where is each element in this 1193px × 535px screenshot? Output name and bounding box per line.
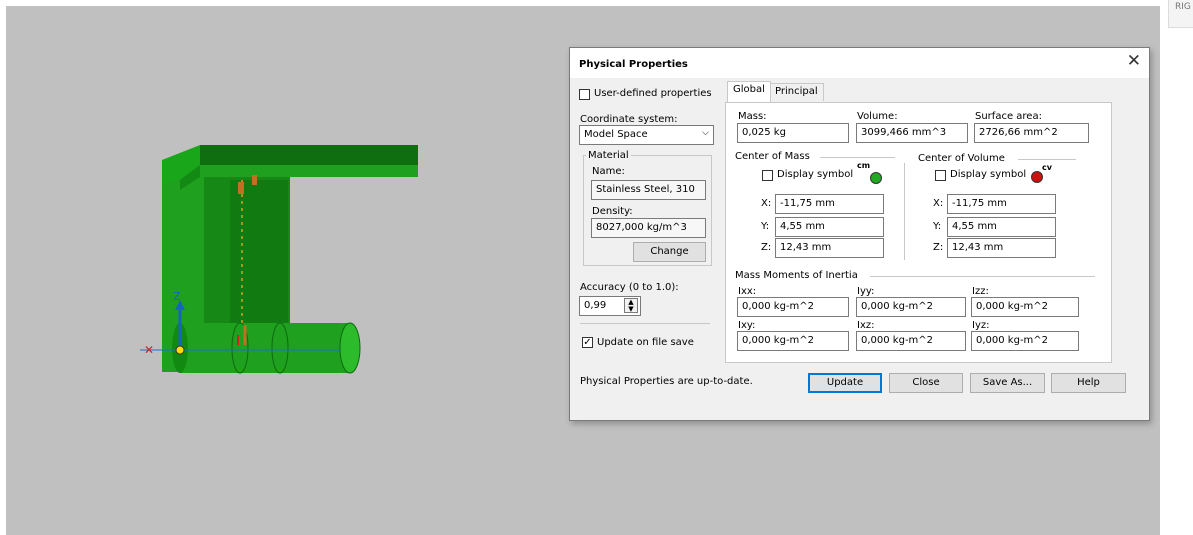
izz-label: Izz: xyxy=(972,286,989,297)
axis-z-label: Z xyxy=(173,290,181,303)
mass-label: Mass: xyxy=(738,111,767,122)
dialog-title: Physical Properties xyxy=(579,59,688,70)
cov-z-value: 12,43 mm xyxy=(952,242,1004,253)
cov-x-label: X: xyxy=(933,198,944,209)
material-name-value: Stainless Steel, 310 xyxy=(596,184,695,195)
density-field: 8027,000 kg/m^3 xyxy=(591,218,706,238)
density-value: 8027,000 kg/m^3 xyxy=(596,222,687,233)
center-of-mass-label: Center of Mass xyxy=(735,151,810,162)
ixy-value: 0,000 kg-m^2 xyxy=(742,335,815,346)
change-material-button[interactable]: Change xyxy=(633,242,706,262)
com-group-line xyxy=(820,157,895,158)
corner-tab-label: RIG xyxy=(1175,2,1191,12)
3d-model[interactable]: ✕ Z xyxy=(140,140,430,393)
tab-global[interactable]: Global xyxy=(727,81,771,102)
com-z-field[interactable]: 12,43 mm xyxy=(775,238,884,258)
iyy-field[interactable]: 0,000 kg-m^2 xyxy=(856,297,966,317)
accuracy-spinner[interactable]: ▲ ▼ xyxy=(624,298,638,313)
cov-display-checkbox[interactable] xyxy=(935,170,946,181)
material-name-field: Stainless Steel, 310 xyxy=(591,180,706,200)
corner-tab[interactable]: RIG xyxy=(1168,0,1193,28)
material-group-label: Material xyxy=(586,150,631,161)
iyy-label: Iyy: xyxy=(857,286,875,297)
cov-y-field[interactable]: 4,55 mm xyxy=(947,217,1056,237)
material-name-label: Name: xyxy=(592,166,625,177)
checkmark-icon: ✓ xyxy=(583,337,592,348)
center-of-mass-icon xyxy=(870,172,882,184)
mass-field[interactable]: 0,025 kg xyxy=(737,123,849,143)
ixx-label: Ixx: xyxy=(738,286,757,297)
ixx-value: 0,000 kg-m^2 xyxy=(742,301,815,312)
status-text: Physical Properties are up-to-date. xyxy=(580,376,753,387)
iyz-label: Iyz: xyxy=(972,320,990,331)
volume-field[interactable]: 3099,466 mm^3 xyxy=(856,123,968,143)
cov-x-field[interactable]: -11,75 mm xyxy=(947,194,1056,214)
cov-x-value: -11,75 mm xyxy=(952,198,1007,209)
coordinate-system-select[interactable]: Model Space ⌵ xyxy=(579,125,714,145)
com-z-value: 12,43 mm xyxy=(780,242,832,253)
cov-group-line xyxy=(1018,159,1076,160)
surface-area-value: 2726,66 mm^2 xyxy=(979,127,1058,138)
update-on-save-checkbox[interactable]: ✓ xyxy=(582,337,593,348)
ixy-field[interactable]: 0,000 kg-m^2 xyxy=(737,331,849,351)
com-symbol-text: cm xyxy=(857,161,871,170)
volume-value: 3099,466 mm^3 xyxy=(861,127,947,138)
com-x-field[interactable]: -11,75 mm xyxy=(775,194,884,214)
close-icon[interactable]: ✕ xyxy=(1127,53,1141,70)
cov-z-field[interactable]: 12,43 mm xyxy=(947,238,1056,258)
ixz-field[interactable]: 0,000 kg-m^2 xyxy=(856,331,966,351)
inertia-group-line xyxy=(870,276,1095,277)
com-y-field[interactable]: 4,55 mm xyxy=(775,217,884,237)
divider xyxy=(580,323,710,324)
accuracy-value: 0,99 xyxy=(584,300,607,311)
close-button[interactable]: Close xyxy=(889,373,963,393)
save-as-button[interactable]: Save As... xyxy=(970,373,1045,393)
com-display-checkbox[interactable] xyxy=(762,170,773,181)
user-defined-label: User-defined properties xyxy=(594,88,712,99)
coordinate-system-label: Coordinate system: xyxy=(580,114,678,125)
tab-principal[interactable]: Principal xyxy=(769,83,824,101)
center-of-volume-label: Center of Volume xyxy=(918,153,1005,164)
accuracy-label: Accuracy (0 to 1.0): xyxy=(580,282,679,293)
com-cov-divider xyxy=(904,163,905,260)
surface-area-label: Surface area: xyxy=(975,111,1042,122)
com-x-value: -11,75 mm xyxy=(780,198,835,209)
com-y-label: Y: xyxy=(761,221,770,232)
izz-field[interactable]: 0,000 kg-m^2 xyxy=(971,297,1079,317)
help-button[interactable]: Help xyxy=(1051,373,1126,393)
cov-y-label: Y: xyxy=(933,221,942,232)
update-button[interactable]: Update xyxy=(808,373,882,393)
volume-label: Volume: xyxy=(857,111,898,122)
iyz-field[interactable]: 0,000 kg-m^2 xyxy=(971,331,1079,351)
density-label: Density: xyxy=(592,206,633,217)
surface-area-field[interactable]: 2726,66 mm^2 xyxy=(974,123,1089,143)
svg-text:✕: ✕ xyxy=(144,343,154,357)
spin-down-icon[interactable]: ▼ xyxy=(625,306,637,313)
mass-value: 0,025 kg xyxy=(742,127,786,138)
ixy-label: Ixy: xyxy=(738,320,756,331)
com-display-label: Display symbol xyxy=(777,169,854,180)
ixz-value: 0,000 kg-m^2 xyxy=(861,335,934,346)
ixx-field[interactable]: 0,000 kg-m^2 xyxy=(737,297,849,317)
cov-y-value: 4,55 mm xyxy=(952,221,997,232)
com-z-label: Z: xyxy=(761,242,772,253)
ixz-label: Ixz: xyxy=(857,320,875,331)
3d-model-drawing: ✕ xyxy=(140,145,418,374)
coordinate-system-value: Model Space xyxy=(584,129,648,140)
iyz-value: 0,000 kg-m^2 xyxy=(976,335,1049,346)
com-y-value: 4,55 mm xyxy=(780,221,825,232)
com-x-label: X: xyxy=(761,198,772,209)
cov-symbol-text: cv xyxy=(1042,163,1052,172)
inertia-group-label: Mass Moments of Inertia xyxy=(735,270,858,281)
cov-display-label: Display symbol xyxy=(950,169,1027,180)
izz-value: 0,000 kg-m^2 xyxy=(976,301,1049,312)
cov-z-label: Z: xyxy=(933,242,944,253)
chevron-down-icon: ⌵ xyxy=(702,128,709,138)
title-bar: Physical Properties ✕ xyxy=(570,48,1149,78)
center-of-volume-icon xyxy=(1031,171,1043,183)
update-on-save-label: Update on file save xyxy=(597,337,694,348)
iyy-value: 0,000 kg-m^2 xyxy=(861,301,934,312)
user-defined-checkbox[interactable] xyxy=(579,89,590,100)
